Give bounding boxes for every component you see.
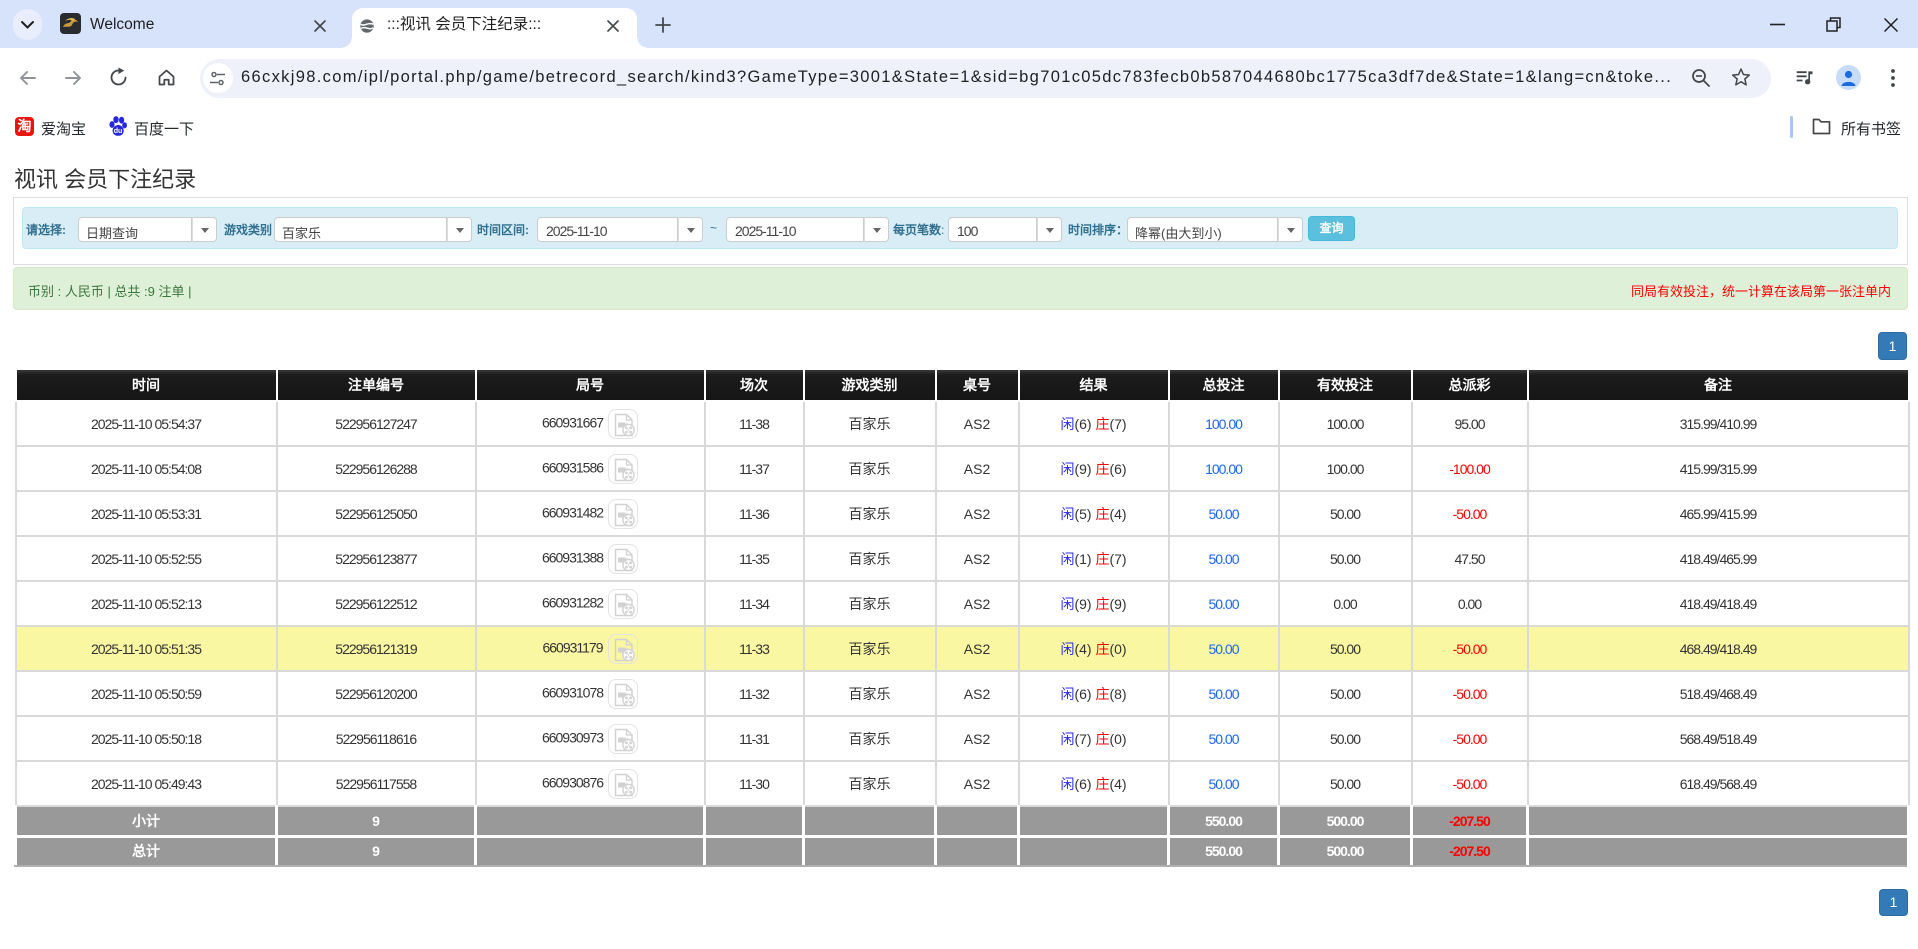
svg-text:du: du bbox=[114, 128, 123, 135]
